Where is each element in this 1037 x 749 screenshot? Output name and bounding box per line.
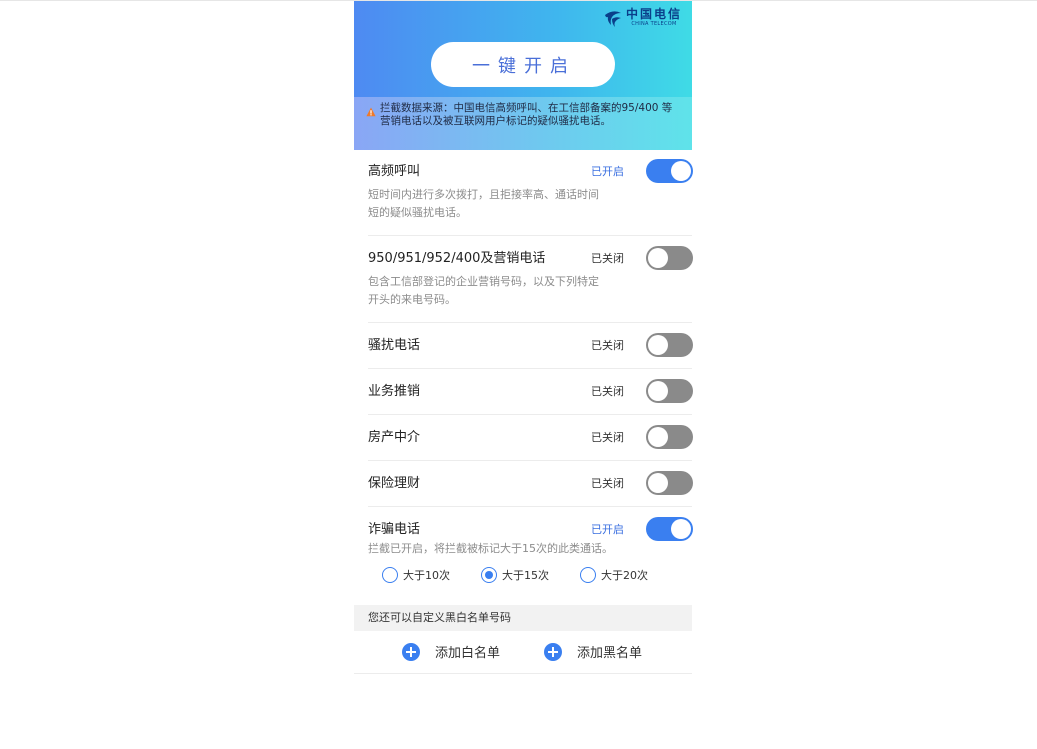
status-label: 已关闭	[591, 477, 624, 490]
item-title: 保险理财	[368, 476, 421, 491]
item-real-estate-agent: 房产中介 已关闭	[368, 415, 693, 461]
radio-label: 大于20次	[601, 569, 648, 582]
toggle-switch-sales-promotion[interactable]	[646, 379, 693, 403]
radio-label: 大于10次	[403, 569, 450, 582]
toggle-knob	[648, 427, 668, 447]
radio-threshold-15[interactable]: 大于15次	[481, 567, 549, 583]
item-harassment: 骚扰电话 已关闭	[368, 323, 693, 369]
item-sales-promotion: 业务推销 已关闭	[368, 369, 693, 415]
source-notice: 拦截数据来源：中国电信高频呼叫、在工信部备案的95/400 等营销电话以及被互联…	[354, 97, 692, 150]
one-key-enable-button[interactable]: 一键开启	[431, 42, 615, 87]
toggle-switch-real-estate-agent[interactable]	[646, 425, 693, 449]
item-title: 房产中介	[368, 430, 421, 445]
hero-banner: 中国电信 CHINA TELECOM 一键开启	[354, 1, 692, 97]
item-insurance-finance: 保险理财 已关闭	[368, 461, 693, 507]
item-marketing-numbers: 950/951/952/400及营销电话 已关闭 包含工信部登记的企业营销号码，…	[368, 236, 693, 323]
item-title: 骚扰电话	[368, 338, 421, 353]
radio-button[interactable]	[382, 567, 398, 583]
radio-threshold-20[interactable]: 大于20次	[580, 567, 648, 583]
add-blacklist-label: 添加黑名单	[577, 646, 643, 661]
radio-button[interactable]	[580, 567, 596, 583]
item-title: 业务推销	[368, 384, 421, 399]
radio-threshold-10[interactable]: 大于10次	[382, 567, 450, 583]
toggle-knob	[648, 248, 668, 268]
item-fraud: 诈骗电话 已开启 拦截已开启，将拦截被标记大于15次的此类通话。	[368, 507, 693, 605]
status-label: 已开启	[591, 165, 624, 178]
add-whitelist-label: 添加白名单	[435, 646, 501, 661]
status-label: 已关闭	[591, 252, 624, 265]
toggle-knob	[671, 161, 691, 181]
add-whitelist-button[interactable]: 添加白名单	[402, 642, 500, 661]
brand-logo: 中国电信 CHINA TELECOM	[602, 7, 682, 29]
toggle-knob	[671, 519, 691, 539]
status-label: 已关闭	[591, 385, 624, 398]
radio-button-selected[interactable]	[481, 567, 497, 583]
toggle-knob	[648, 381, 668, 401]
plus-circle-icon	[402, 642, 420, 661]
status-label: 已关闭	[591, 339, 624, 352]
item-title: 950/951/952/400及营销电话	[368, 251, 546, 266]
status-label: 已关闭	[591, 431, 624, 444]
item-description: 拦截已开启，将拦截被标记大于15次的此类通话。	[368, 542, 613, 555]
brand-name-cn: 中国电信	[625, 7, 682, 21]
brand-name-en: CHINA TELECOM	[631, 21, 677, 27]
custom-list-header: 您还可以自定义黑白名单号码	[354, 605, 692, 631]
item-high-frequency: 高频呼叫 已开启 短时间内进行多次拨打，且拒接率高、通话时间短的疑似骚扰电话。	[368, 150, 693, 236]
toggle-knob	[648, 335, 668, 355]
item-description: 短时间内进行多次拨打，且拒接率高、通话时间短的疑似骚扰电话。	[368, 188, 599, 219]
toggle-switch-marketing-numbers[interactable]	[646, 246, 693, 270]
toggle-switch-insurance-finance[interactable]	[646, 471, 693, 495]
item-title: 高频呼叫	[368, 164, 421, 179]
status-label: 已开启	[591, 523, 624, 536]
toggle-switch-high-frequency[interactable]	[646, 159, 693, 183]
toggle-switch-fraud[interactable]	[646, 517, 693, 541]
notice-text: 拦截数据来源：中国电信高频呼叫、在工信部备案的95/400 等营销电话以及被互联…	[380, 102, 673, 127]
add-blacklist-button[interactable]: 添加黑名单	[544, 642, 642, 661]
item-description: 包含工信部登记的企业营销号码，以及下列特定开头的来电号码。	[368, 275, 599, 306]
warning-icon	[366, 107, 376, 117]
toggle-knob	[648, 473, 668, 493]
toggle-switch-harassment[interactable]	[646, 333, 693, 357]
telecom-logo-icon	[604, 11, 621, 27]
list-actions: 添加白名单 添加黑名单	[354, 631, 692, 674]
app-screen: 中国电信 CHINA TELECOM 一键开启 拦截数据来源：中国电信高频呼叫、…	[354, 1, 693, 749]
brand-text: 中国电信 CHINA TELECOM	[626, 8, 682, 28]
radio-label: 大于15次	[502, 569, 549, 582]
item-title: 诈骗电话	[368, 522, 421, 537]
plus-circle-icon	[544, 642, 562, 661]
